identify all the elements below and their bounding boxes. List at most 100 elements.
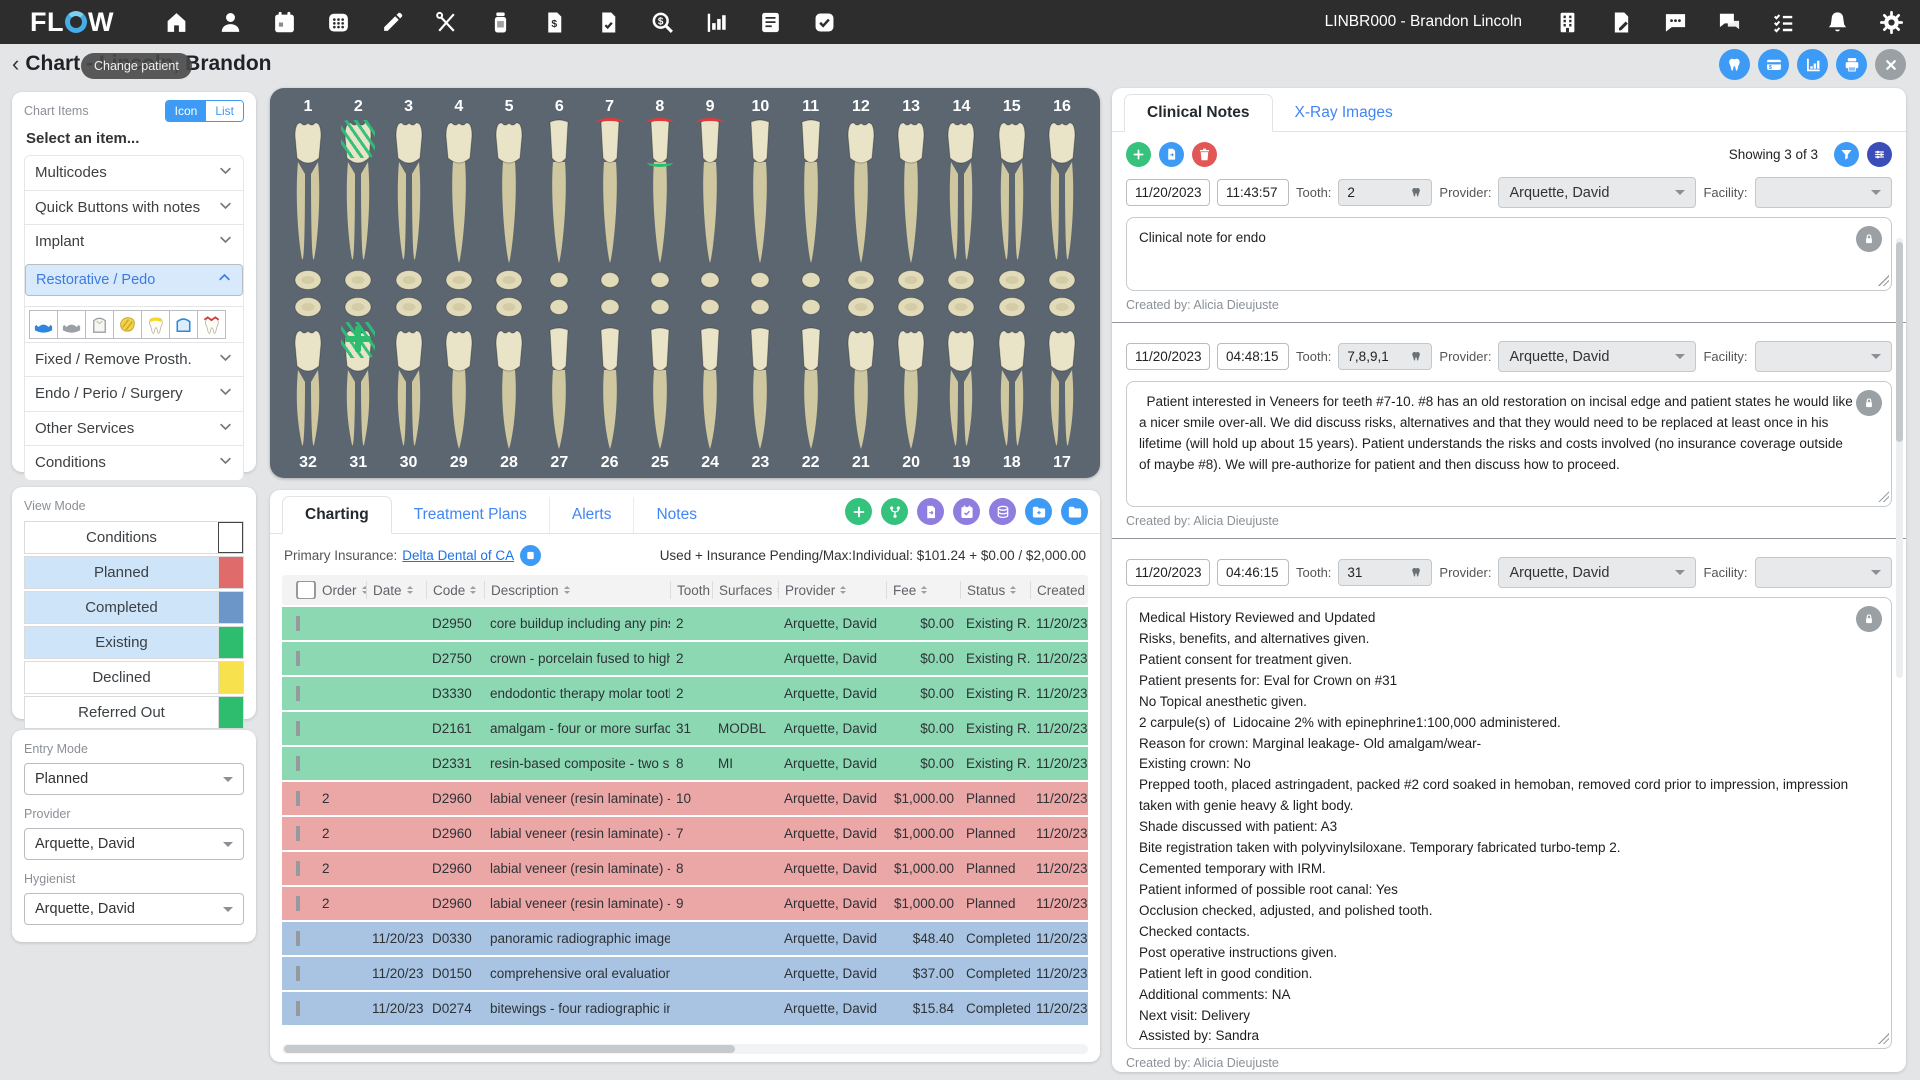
tab-treatment-plans[interactable]: Treatment Plans <box>392 497 550 533</box>
table-row[interactable]: 2 D2960 labial veneer (resin laminate) -… <box>282 852 1088 885</box>
sidebar-item-other-services[interactable]: Other Services <box>25 411 243 446</box>
row-checkbox[interactable] <box>296 966 300 981</box>
pencil-icon[interactable] <box>380 10 405 35</box>
tooth-20[interactable]: 20 <box>887 296 935 474</box>
table-row[interactable]: D3330 endodontic therapy molar tooth 2 A… <box>282 677 1088 710</box>
tooth-10-occlusal[interactable] <box>745 269 775 296</box>
sidebar-item-multicodes[interactable]: Multicodes <box>25 156 243 190</box>
note-tooth-field[interactable]: 31 <box>1338 559 1432 586</box>
tooth-11[interactable]: 11 <box>787 96 835 296</box>
chat-icon[interactable] <box>1717 10 1742 35</box>
home-icon[interactable] <box>164 10 189 35</box>
tooth-6[interactable]: 6 <box>535 96 583 296</box>
sms-icon[interactable] <box>1663 10 1688 35</box>
tooth-23-occlusal[interactable] <box>745 296 775 323</box>
sidebar-item-quick-buttons-with-notes[interactable]: Quick Buttons with notes <box>25 190 243 225</box>
view-mode-planned[interactable]: Planned <box>24 556 244 589</box>
tooth-8[interactable]: 8 <box>636 96 684 296</box>
tooth-10[interactable]: 10 <box>736 96 784 296</box>
plus-button[interactable] <box>1126 142 1151 167</box>
tab-alerts[interactable]: Alerts <box>550 497 635 533</box>
tab-charting[interactable]: Charting <box>282 496 392 534</box>
note-facility-select[interactable] <box>1755 177 1892 208</box>
sort-icon[interactable] <box>407 583 413 597</box>
tooth-1-occlusal[interactable] <box>293 269 323 296</box>
column-header-order[interactable]: Order <box>316 581 366 599</box>
tooth-24[interactable]: 24 <box>686 296 734 474</box>
tooth-19[interactable]: 19 <box>937 296 985 474</box>
row-checkbox[interactable] <box>296 861 300 876</box>
sort-icon[interactable] <box>1010 583 1016 597</box>
patient-badge[interactable]: LINBR000 - Brandon Lincoln <box>1325 13 1522 31</box>
note-date-field[interactable]: 11/20/2023 <box>1126 343 1210 370</box>
column-header-description[interactable]: Description <box>484 581 670 599</box>
sidebar-item-fixed-remove-prosth[interactable]: Fixed / Remove Prosth. <box>25 342 243 377</box>
lock-icon[interactable] <box>1856 226 1882 252</box>
sort-icon[interactable] <box>840 583 846 597</box>
view-mode-existing[interactable]: Existing <box>24 626 244 659</box>
tooth-27[interactable]: 27 <box>535 296 583 474</box>
sort-icon[interactable] <box>921 583 927 597</box>
bottle-icon[interactable] <box>488 10 513 35</box>
tooth-26[interactable]: 26 <box>586 296 634 474</box>
insurance-link[interactable]: Delta Dental of CA <box>402 548 514 563</box>
tooth-20-occlusal[interactable] <box>896 296 926 323</box>
note-facility-select[interactable] <box>1755 557 1892 588</box>
column-header-surfaces[interactable]: Surfaces <box>712 581 778 599</box>
lock-icon[interactable] <box>1856 390 1882 416</box>
note-date-field[interactable]: 11/20/2023 <box>1126 179 1210 206</box>
tooth-19-occlusal[interactable] <box>946 296 976 323</box>
lock-icon[interactable] <box>1856 606 1882 632</box>
tooth-22-occlusal[interactable] <box>796 296 826 323</box>
ledger-icon[interactable] <box>758 10 783 35</box>
person-icon[interactable] <box>218 10 243 35</box>
note-provider-select[interactable]: Arquette, David <box>1498 341 1696 372</box>
back-arrow-icon[interactable]: ‹ <box>12 51 19 77</box>
calendar-icon[interactable] <box>272 10 297 35</box>
hygienist-select[interactable]: Arquette, David <box>24 893 244 925</box>
vertical-scrollbar[interactable] <box>1896 238 1903 678</box>
insurance-info-icon[interactable] <box>520 545 541 566</box>
tooth-16[interactable]: 16 <box>1038 96 1086 296</box>
tooth-2[interactable]: 2 <box>334 96 382 296</box>
tooth-13-occlusal[interactable] <box>896 269 926 296</box>
building-icon[interactable] <box>1555 10 1580 35</box>
copy-doc-button[interactable] <box>1159 142 1184 167</box>
table-row[interactable]: 11/20/23 D0150 comprehensive oral evalua… <box>282 957 1088 990</box>
tooth-15-occlusal[interactable] <box>997 269 1027 296</box>
column-header-date[interactable]: Date <box>366 581 426 599</box>
invoice-icon[interactable]: $ <box>542 10 567 35</box>
table-row[interactable]: D2950 core buildup including any pins 2 … <box>282 607 1088 640</box>
resize-handle-icon[interactable] <box>1878 1033 1889 1044</box>
view-mode-declined[interactable]: Declined <box>24 661 244 694</box>
denture-blue-icon[interactable] <box>29 310 58 339</box>
tooth-25-occlusal[interactable] <box>645 296 675 323</box>
toggle-icon[interactable]: Icon <box>166 101 207 121</box>
icon-list-toggle[interactable]: IconList <box>165 100 244 122</box>
tooth-14-occlusal[interactable] <box>946 269 976 296</box>
row-checkbox[interactable] <box>296 1001 300 1016</box>
row-checkbox[interactable] <box>296 791 300 806</box>
row-checkbox[interactable] <box>296 826 300 841</box>
tooth-12-occlusal[interactable] <box>846 269 876 296</box>
tooth-4-occlusal[interactable] <box>444 269 474 296</box>
filling-hatched-icon[interactable] <box>113 310 142 339</box>
scrollbar-thumb[interactable] <box>1896 242 1903 442</box>
toggle-list[interactable]: List <box>206 101 243 121</box>
tab-notes[interactable]: Notes <box>634 497 719 533</box>
tooth-27-occlusal[interactable] <box>544 296 574 323</box>
table-row[interactable]: 2 D2960 labial veneer (resin laminate) -… <box>282 817 1088 850</box>
tooth-25[interactable]: 25 <box>636 296 684 474</box>
column-header-tooth[interactable]: Tooth <box>670 581 712 599</box>
note-time-field[interactable]: 04:46:15 <box>1217 559 1289 586</box>
chart-bars-icon[interactable] <box>704 10 729 35</box>
tooth-8-occlusal[interactable] <box>645 269 675 296</box>
sidebar-item-conditions[interactable]: Conditions <box>25 445 243 480</box>
tab-x-ray-images[interactable]: X-Ray Images <box>1273 95 1415 131</box>
check-square-icon[interactable] <box>812 10 837 35</box>
note-time-field[interactable]: 04:48:15 <box>1217 343 1289 370</box>
tooth-32-occlusal[interactable] <box>293 296 323 323</box>
keypad-icon[interactable] <box>326 10 351 35</box>
tasks-icon[interactable] <box>1771 10 1796 35</box>
tooth-18[interactable]: 18 <box>988 296 1036 474</box>
